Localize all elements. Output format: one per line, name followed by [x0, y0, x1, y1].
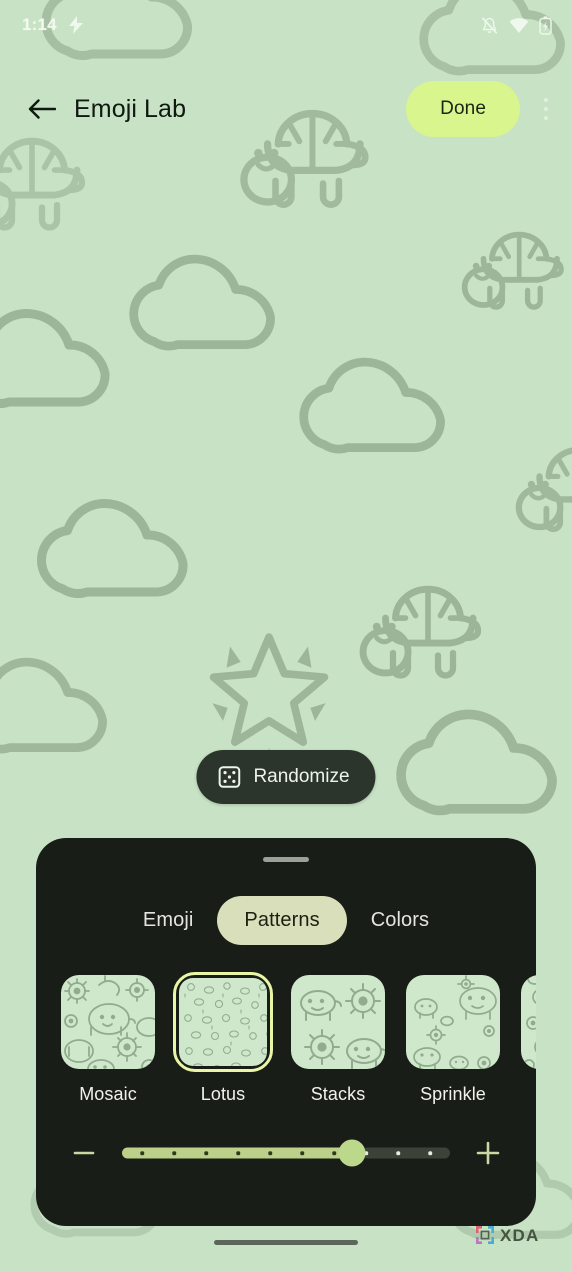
menu-dot — [544, 107, 548, 111]
more-vert-icon[interactable] — [528, 86, 564, 132]
editor-bottom-sheet: Emoji Patterns Colors Mosaic Lotus Stack… — [36, 838, 536, 1226]
tab-patterns[interactable]: Patterns — [217, 896, 347, 945]
dice-icon — [218, 766, 241, 788]
slider-tick — [140, 1151, 144, 1155]
tab-colors[interactable]: Colors — [349, 897, 451, 944]
slider-tick — [300, 1151, 304, 1155]
slider-remaining-track — [361, 1147, 450, 1159]
slider-tick — [172, 1151, 176, 1155]
slider-tick — [332, 1151, 336, 1155]
xda-wordmark: XDA — [500, 1226, 540, 1245]
pattern-thumb-wrap — [403, 972, 503, 1072]
xda-logo-icon — [476, 1226, 494, 1244]
pattern-option-mosaic[interactable]: Mosaic — [58, 972, 158, 1105]
pattern-label-stacks: Stacks — [310, 1084, 366, 1104]
tab-bar: Emoji Patterns Colors — [36, 896, 536, 945]
svg-text:XDA: XDA — [500, 1226, 540, 1245]
size-slider[interactable] — [122, 1131, 450, 1175]
pattern-option-lotus[interactable]: Lotus — [173, 972, 273, 1105]
arrow-back-icon — [28, 99, 56, 119]
xda-watermark: XDA — [474, 1224, 562, 1246]
drag-handle[interactable] — [263, 857, 309, 862]
randomize-label: Randomize — [253, 766, 350, 787]
pattern-thumbnail-sprinkle — [406, 975, 500, 1069]
back-button[interactable] — [14, 81, 70, 137]
pattern-thumb-wrap — [58, 972, 158, 1072]
done-button[interactable]: Done — [406, 81, 520, 137]
tab-emoji[interactable]: Emoji — [121, 897, 216, 944]
menu-dot — [544, 116, 548, 120]
pattern-thumbnail-next — [521, 975, 536, 1069]
slider-tick — [268, 1151, 272, 1155]
slider-tick — [204, 1151, 208, 1155]
randomize-button[interactable]: Randomize — [196, 750, 376, 804]
size-slider-row — [36, 1131, 536, 1175]
pattern-thumb-wrap — [518, 972, 536, 1072]
pattern-option-sprinkle[interactable]: Sprinkle — [403, 972, 503, 1105]
status-bar-right — [480, 15, 552, 35]
status-bar-left: 1:14 — [22, 15, 84, 35]
slider-tick — [428, 1151, 432, 1155]
pattern-thumb-wrap — [173, 972, 273, 1072]
pattern-label-sprinkle: Sprinkle — [420, 1084, 486, 1104]
slider-thumb[interactable] — [338, 1139, 366, 1167]
page-title: Emoji Lab — [74, 94, 187, 123]
wifi-icon — [509, 17, 529, 33]
increase-size-button[interactable] — [466, 1131, 510, 1175]
pattern-thumb-wrap — [288, 972, 388, 1072]
status-bar: 1:14 — [0, 0, 572, 50]
charging-bolt-icon — [68, 16, 83, 34]
slider-tick — [396, 1151, 400, 1155]
pattern-option-next[interactable] — [518, 972, 536, 1105]
plus-icon — [476, 1141, 500, 1165]
pattern-label-lotus: Lotus — [200, 1084, 246, 1104]
menu-dot — [544, 98, 548, 102]
pattern-option-stacks[interactable]: Stacks — [288, 972, 388, 1105]
slider-filled-track — [122, 1147, 348, 1159]
battery-icon — [539, 15, 552, 35]
pattern-thumbnail-stacks — [291, 975, 385, 1069]
decrease-size-button[interactable] — [62, 1131, 106, 1175]
slider-tick — [236, 1151, 240, 1155]
notifications-off-icon — [481, 17, 498, 33]
status-clock: 1:14 — [22, 15, 57, 34]
app-bar: Emoji Lab Done — [0, 70, 572, 148]
pattern-thumbnail-mosaic — [61, 975, 155, 1069]
pattern-list[interactable]: Mosaic Lotus Stacks Sprinkle — [36, 972, 536, 1105]
minus-icon — [73, 1151, 95, 1155]
pattern-thumbnail-lotus — [179, 978, 267, 1066]
home-gesture-pill[interactable] — [214, 1240, 358, 1245]
pattern-label-mosaic: Mosaic — [79, 1084, 137, 1104]
